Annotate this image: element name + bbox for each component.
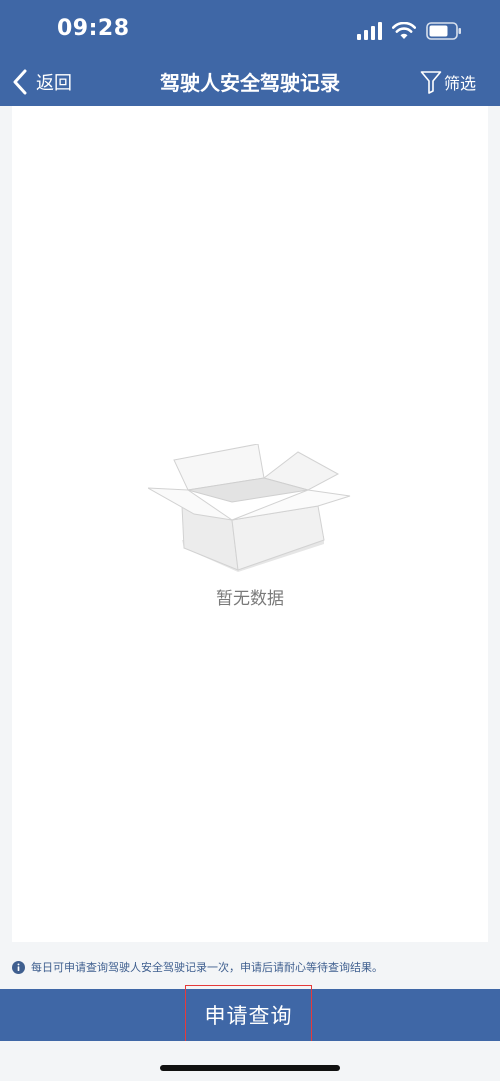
battery-icon	[426, 22, 461, 40]
home-indicator[interactable]	[160, 1065, 340, 1071]
apply-query-button[interactable]: 申请查询	[185, 985, 312, 1045]
status-bar: 09:28	[0, 0, 500, 58]
status-time: 09:28	[57, 16, 130, 41]
filter-button[interactable]: 筛选	[420, 67, 476, 97]
empty-box-icon	[148, 444, 351, 572]
filter-label: 筛选	[443, 74, 476, 93]
filter-icon	[420, 71, 442, 94]
notice-text: 每日可申请查询驾驶人安全驾驶记录一次，申请后请耐心等待查询结果。	[31, 961, 383, 974]
nav-bar: 返回 驾驶人安全驾驶记录 筛选	[0, 58, 500, 106]
status-icons	[356, 20, 462, 40]
notice: 每日可申请查询驾驶人安全驾驶记录一次，申请后请耐心等待查询结果。	[12, 957, 383, 977]
empty-state-text: 暂无数据	[216, 589, 284, 609]
wifi-icon	[392, 22, 416, 39]
signal-icon	[357, 22, 382, 40]
info-icon	[12, 960, 25, 974]
home-indicator-area	[0, 1041, 500, 1081]
content-card: 暂无数据	[12, 106, 488, 942]
apply-bar: 申请查询	[0, 985, 500, 1045]
